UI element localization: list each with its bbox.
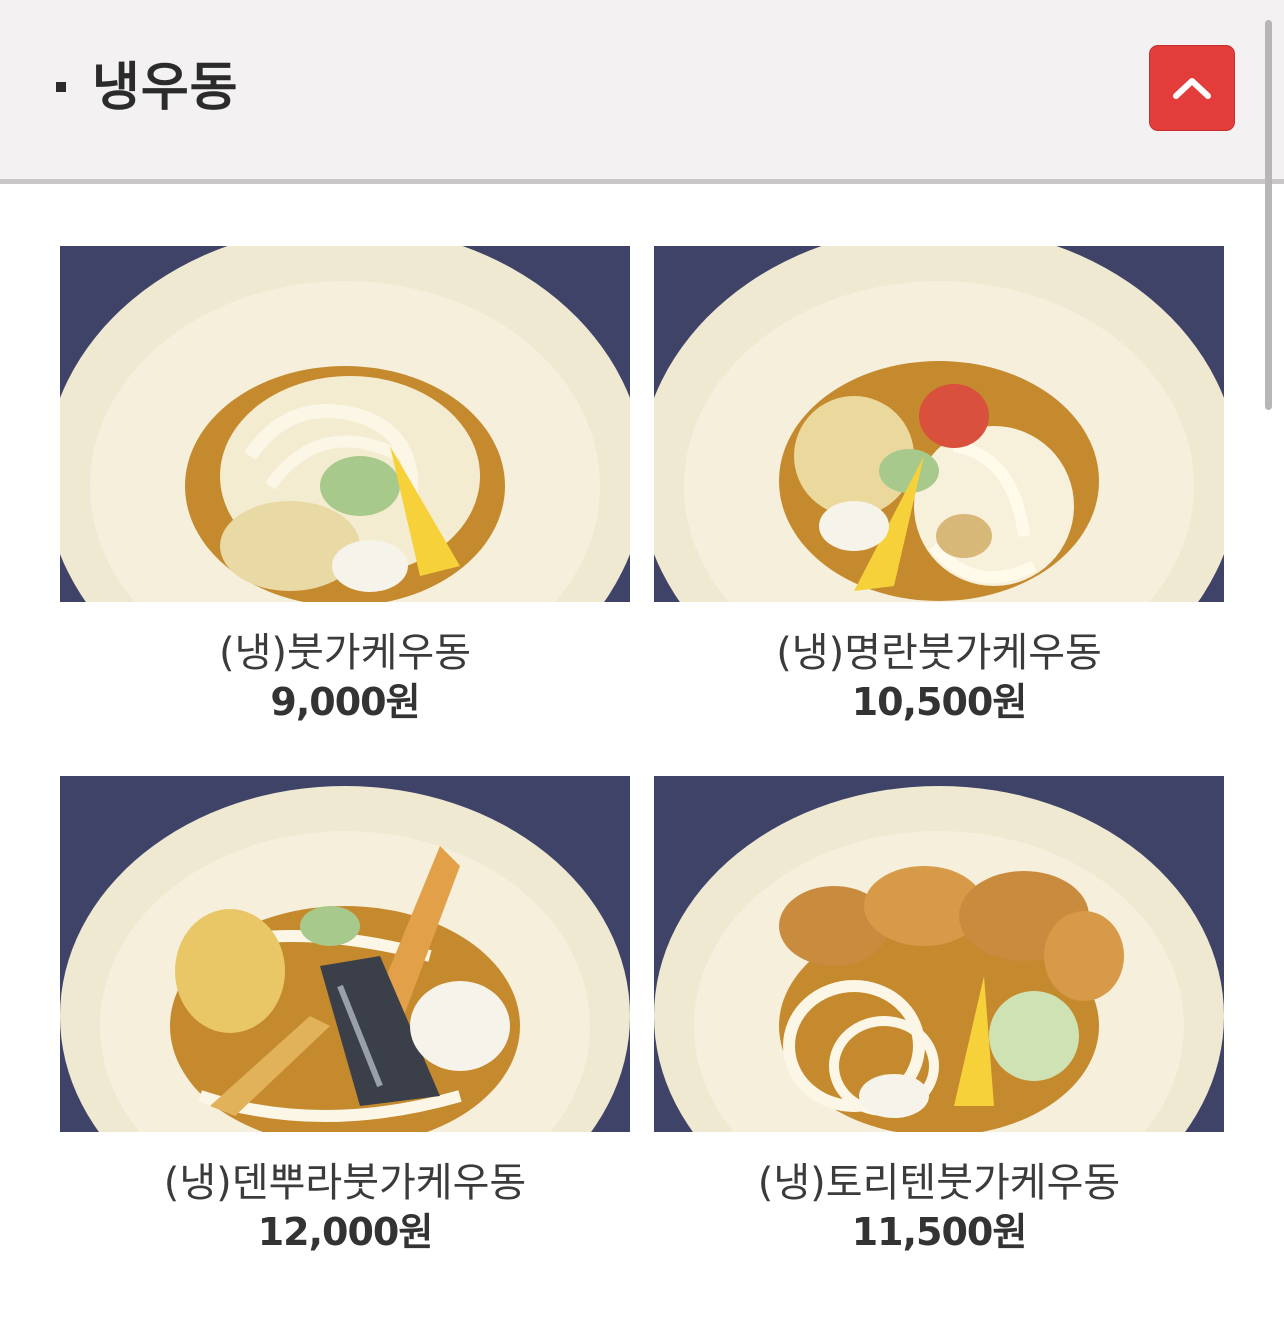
menu-item-price: 9,000원: [270, 680, 420, 724]
tempura-bukkake-udon-photo: [60, 776, 630, 1132]
menu-item-name: (냉)덴뿌라붓가케우동: [163, 1160, 527, 1206]
menu-item-name: (냉)토리텐붓가케우동: [757, 1160, 1121, 1206]
toriten-bukkake-udon-photo: [654, 776, 1224, 1132]
menu-item-card[interactable]: (냉)붓가케우동 9,000원: [60, 246, 630, 724]
section-header: 냉우동: [0, 0, 1284, 184]
section-title: 냉우동: [92, 58, 239, 118]
chevron-up-icon: [1173, 78, 1211, 99]
menu-item-price: 10,500원: [851, 680, 1028, 724]
page-scrollbar[interactable]: [1265, 20, 1272, 410]
menu-item-price: 12,000원: [257, 1210, 434, 1254]
menu-item-card[interactable]: (냉)명란붓가케우동 10,500원: [654, 246, 1224, 724]
bullet-marker: [56, 82, 66, 92]
menu-item-name: (냉)붓가케우동: [218, 630, 471, 676]
bukkake-udon-photo: [60, 246, 630, 602]
menu-item-price: 11,500원: [851, 1210, 1028, 1254]
menu-item-card[interactable]: (냉)토리텐붓가케우동 11,500원: [654, 776, 1224, 1254]
menu-item-card[interactable]: (냉)덴뿌라붓가케우동 12,000원: [60, 776, 630, 1254]
scroll-to-top-button[interactable]: [1149, 45, 1235, 131]
mentaiko-bukkake-udon-photo: [654, 246, 1224, 602]
menu-item-name: (냉)명란붓가케우동: [776, 630, 1102, 676]
